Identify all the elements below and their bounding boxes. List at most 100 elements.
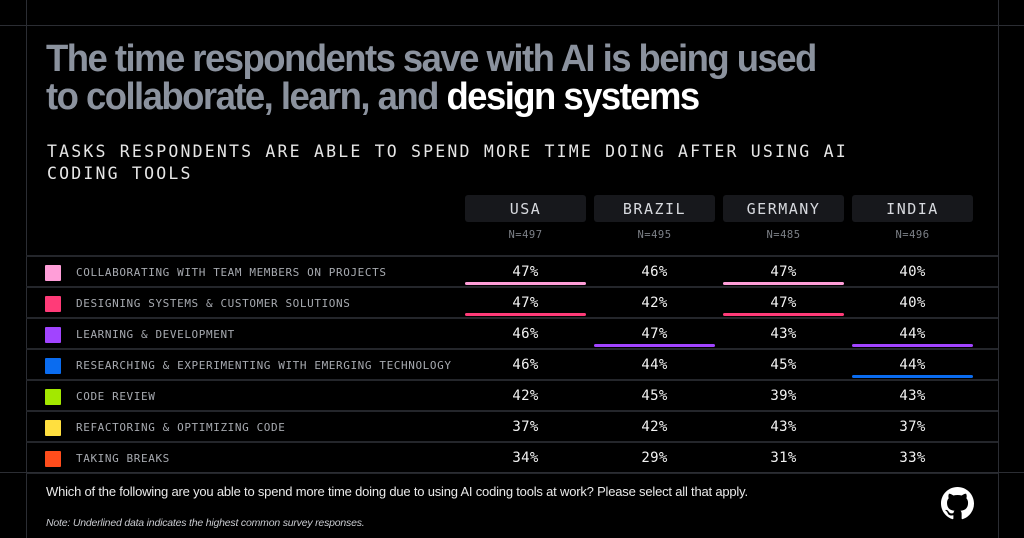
- data-cell-brazil: 47%: [594, 319, 715, 350]
- data-cell-india: 43%: [852, 381, 973, 412]
- data-cell-usa: 46%: [465, 350, 586, 381]
- data-label: 46%: [512, 326, 539, 342]
- data-label: 44%: [641, 357, 668, 373]
- column-header-usa: USA: [465, 195, 586, 222]
- highest-response-underline: [465, 313, 586, 316]
- data-label: 47%: [512, 264, 539, 280]
- data-cell-brazil: 29%: [594, 443, 715, 474]
- data-cell-india: 40%: [852, 288, 973, 319]
- data-cell-india: 33%: [852, 443, 973, 474]
- title-highlight: design systems: [446, 76, 700, 118]
- data-cell-brazil: 45%: [594, 381, 715, 412]
- title-line-1: The time respondents save with AI is bei…: [46, 38, 817, 80]
- data-cell-india: 44%: [852, 350, 973, 381]
- table-row: LEARNING & DEVELOPMENT 46% 47% 43% 44%: [26, 319, 998, 350]
- data-label: 42%: [512, 388, 539, 404]
- highest-response-underline: [594, 344, 715, 347]
- footnote: Note: Underlined data indicates the high…: [46, 517, 365, 529]
- data-cell-germany: 47%: [723, 257, 844, 288]
- footer-divider: [0, 472, 1024, 473]
- legend-swatch: [45, 358, 61, 374]
- data-label: 40%: [899, 264, 926, 280]
- table-row: TAKING BREAKS 34% 29% 31% 33%: [26, 443, 998, 474]
- data-label: 43%: [770, 326, 797, 342]
- highest-response-underline: [852, 344, 973, 347]
- row-label: RESEARCHING & EXPERIMENTING WITH EMERGIN…: [76, 359, 452, 372]
- data-cell-germany: 45%: [723, 350, 844, 381]
- data-label: 33%: [899, 450, 926, 466]
- table-row: REFACTORING & OPTIMIZING CODE 37% 42% 43% 37…: [26, 412, 998, 443]
- highest-response-underline: [723, 282, 844, 285]
- column-header-germany: GERMANY: [723, 195, 844, 222]
- highest-response-underline: [852, 375, 973, 378]
- data-label: 42%: [641, 419, 668, 435]
- data-label: 46%: [641, 264, 668, 280]
- data-label: 31%: [770, 450, 797, 466]
- frame-right-line: [998, 0, 999, 538]
- row-label: DESIGNING SYSTEMS & CUSTOMER SOLUTIONS: [76, 297, 351, 310]
- chart-subtitle: TASKS RESPONDENTS ARE ABLE TO SPEND MORE…: [47, 142, 848, 183]
- data-label: 37%: [512, 419, 539, 435]
- legend-swatch: [45, 296, 61, 312]
- data-label: 29%: [641, 450, 668, 466]
- table-row: DESIGNING SYSTEMS & CUSTOMER SOLUTIONS 47…: [26, 288, 998, 319]
- data-cell-germany: 43%: [723, 412, 844, 443]
- data-label: 44%: [899, 326, 926, 342]
- row-label: COLLABORATING WITH TEAM MEMBERS ON PROJE…: [76, 266, 387, 279]
- data-label: 37%: [899, 419, 926, 435]
- data-cell-usa: 34%: [465, 443, 586, 474]
- data-cell-brazil: 42%: [594, 412, 715, 443]
- table-row: RESEARCHING & EXPERIMENTING WITH EMERGIN…: [26, 350, 998, 381]
- data-cell-brazil: 42%: [594, 288, 715, 319]
- data-cell-germany: 43%: [723, 319, 844, 350]
- row-label: REFACTORING & OPTIMIZING CODE: [76, 421, 286, 434]
- data-cell-india: 40%: [852, 257, 973, 288]
- column-header-brazil: BRAZIL: [594, 195, 715, 222]
- data-label: 34%: [512, 450, 539, 466]
- table-row: COLLABORATING WITH TEAM MEMBERS ON PROJE…: [26, 257, 998, 288]
- page-title: The time respondents save with AI is bei…: [46, 38, 817, 118]
- table-row: CODE REVIEW 42% 45% 39% 43%: [26, 381, 998, 412]
- highest-response-underline: [723, 313, 844, 316]
- data-cell-usa: 46%: [465, 319, 586, 350]
- legend-swatch: [45, 420, 61, 436]
- data-cell-germany: 39%: [723, 381, 844, 412]
- data-cell-germany: 47%: [723, 288, 844, 319]
- data-label: 43%: [899, 388, 926, 404]
- legend-swatch: [45, 389, 61, 405]
- legend-swatch: [45, 265, 61, 281]
- sample-size-india: N=496: [895, 229, 930, 241]
- github-icon: [941, 487, 974, 520]
- data-label: 45%: [641, 388, 668, 404]
- highest-response-underline: [465, 282, 586, 285]
- row-label: CODE REVIEW: [76, 390, 156, 403]
- data-cell-india: 37%: [852, 412, 973, 443]
- frame-top-line: [0, 25, 1024, 26]
- data-label: 42%: [641, 295, 668, 311]
- row-label: LEARNING & DEVELOPMENT: [76, 328, 235, 341]
- legend-swatch: [45, 327, 61, 343]
- data-cell-usa: 37%: [465, 412, 586, 443]
- data-label: 47%: [512, 295, 539, 311]
- data-label: 44%: [899, 357, 926, 373]
- survey-question: Which of the following are you able to s…: [46, 484, 748, 499]
- data-cell-usa: 42%: [465, 381, 586, 412]
- sample-size-usa: N=497: [508, 229, 543, 241]
- data-label: 43%: [770, 419, 797, 435]
- row-label: TAKING BREAKS: [76, 452, 170, 465]
- data-label: 46%: [512, 357, 539, 373]
- legend-swatch: [45, 451, 61, 467]
- data-label: 47%: [770, 264, 797, 280]
- data-label: 47%: [641, 326, 668, 342]
- data-cell-usa: 47%: [465, 257, 586, 288]
- data-label: 39%: [770, 388, 797, 404]
- data-label: 40%: [899, 295, 926, 311]
- data-label: 47%: [770, 295, 797, 311]
- data-label: 45%: [770, 357, 797, 373]
- data-cell-germany: 31%: [723, 443, 844, 474]
- data-cell-brazil: 44%: [594, 350, 715, 381]
- data-cell-brazil: 46%: [594, 257, 715, 288]
- sample-size-germany: N=485: [766, 229, 801, 241]
- sample-size-brazil: N=495: [637, 229, 672, 241]
- data-cell-usa: 47%: [465, 288, 586, 319]
